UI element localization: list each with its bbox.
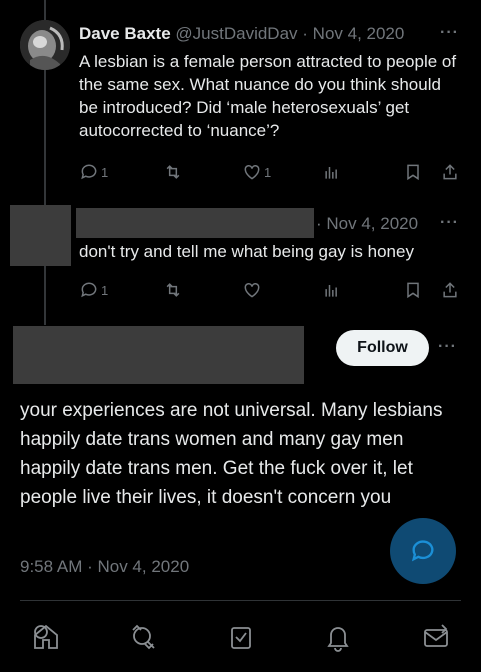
home-icon [34,624,58,649]
reply-icon [81,282,97,298]
tweet-actions: 1 [79,278,464,302]
more-options-icon[interactable]: ··· [438,338,457,356]
nav-communities[interactable] [221,617,261,657]
retweet-icon [166,283,180,297]
more-options-icon[interactable]: ··· [440,214,459,232]
bookmark-button[interactable] [403,160,423,184]
avatar-photo [20,20,70,70]
tweet-actions: 1 1 [79,160,464,184]
reply-button[interactable]: 1 [79,160,108,184]
reply-icon [81,164,97,180]
reply-button[interactable]: 1 [79,278,108,302]
follow-button[interactable]: Follow [336,330,429,366]
bottom-navigation [0,605,481,672]
share-button[interactable] [440,278,460,302]
tweet-timestamp[interactable]: 9:58 AM · Nov 4, 2020 [20,557,189,577]
like-button[interactable] [242,278,262,302]
notifications-icon [327,627,349,652]
nav-explore[interactable] [123,617,163,657]
like-count: 1 [264,164,272,180]
communities-icon [231,627,251,649]
share-button[interactable] [440,160,460,184]
tweet-header: Dave Baxte @JustDavidDav · Nov 4, 2020 [79,24,404,44]
display-name[interactable]: Dave Baxte [79,24,171,43]
avatar-redacted[interactable] [10,205,71,266]
more-options-icon[interactable]: ··· [440,24,459,42]
divider [20,600,461,601]
reply-count: 1 [101,164,109,180]
nav-notifications[interactable] [318,617,358,657]
tweet-1[interactable]: Dave Baxte @JustDavidDav · Nov 4, 2020 ·… [0,0,481,200]
avatar[interactable] [20,20,70,70]
views-button[interactable] [322,278,342,302]
user-handle[interactable]: @JustDavidDav [175,24,297,43]
bookmark-button[interactable] [403,278,423,302]
share-icon [443,282,457,298]
retweet-icon [166,165,180,179]
explore-icon [132,624,155,650]
heart-icon [244,282,260,298]
bookmark-icon [407,282,419,299]
tweet-date[interactable]: · Nov 4, 2020 [302,24,404,43]
messages-icon [424,624,448,647]
nav-home[interactable] [26,617,66,657]
analytics-icon [325,285,337,297]
tweet-date[interactable]: · Nov 4, 2020 [316,214,418,233]
main-tweet-text: your experiences are not universal. Many… [20,400,443,508]
like-button[interactable]: 1 [242,160,271,184]
views-button[interactable] [322,160,342,184]
redacted-author-info [13,326,304,384]
bookmark-icon [407,164,419,181]
tweet-text: don't try and tell me what being gay is … [79,242,414,261]
retweet-button[interactable] [163,278,183,302]
analytics-icon [325,167,337,179]
reply-fab-button[interactable] [390,518,456,584]
reply-icon [411,540,434,562]
share-icon [443,164,457,180]
reply-count: 1 [101,282,109,298]
nav-messages[interactable] [416,617,456,657]
heart-icon [244,164,260,180]
tweet-text: A lesbian is a female person attracted t… [79,52,457,140]
retweet-button[interactable] [163,160,183,184]
tweet-header: · Nov 4, 2020 [316,214,418,234]
tweet-2[interactable]: · Nov 4, 2020 ··· don't try and tell me … [0,200,481,320]
redacted-name [76,208,314,238]
